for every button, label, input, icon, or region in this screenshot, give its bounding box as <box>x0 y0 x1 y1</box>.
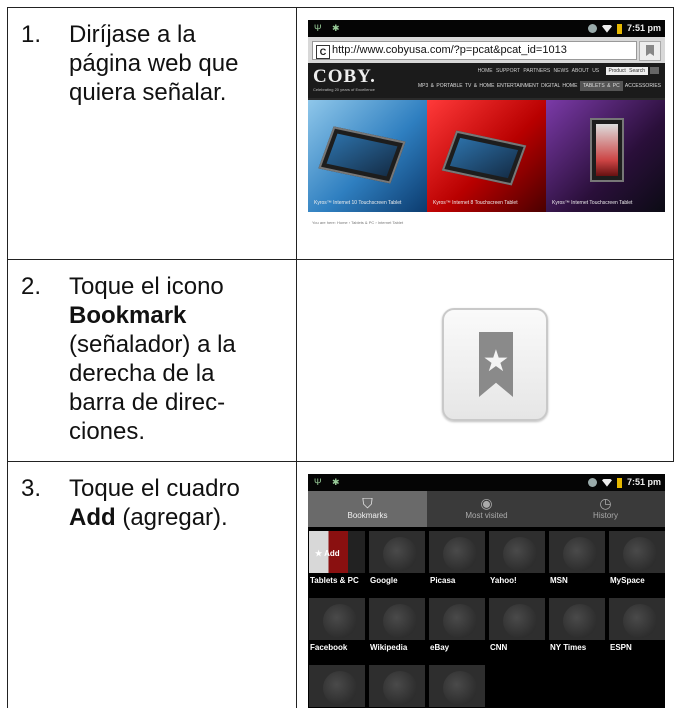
site-logo[interactable]: COBY. <box>313 66 376 88</box>
tab-history[interactable]: ◷ History <box>546 491 665 527</box>
eye-icon: ◉ <box>480 495 493 511</box>
globe-icon <box>369 531 425 573</box>
nav-link-support[interactable]: SUPPORT <box>496 68 520 74</box>
product-search-input[interactable]: Product Search <box>605 67 648 75</box>
step-row-2: 2. Toque el icono Bookmark (señalador) a… <box>7 260 674 462</box>
tab-most-visited[interactable]: ◉ Most visited <box>427 491 546 527</box>
add-label: Add <box>324 549 340 558</box>
site-tagline: Celebrating 20 years of Excellence <box>313 87 375 92</box>
bookmark-button-large[interactable]: ★ <box>442 308 548 421</box>
globe-icon <box>369 598 425 640</box>
star-icon: ★ <box>482 345 510 378</box>
bookmark-item[interactable]: Wikipedia <box>368 598 425 662</box>
step-text: Toque el cuadro Add (agregar). <box>69 475 240 531</box>
tablet-image <box>318 126 406 184</box>
battery-icon <box>616 23 622 34</box>
globe-icon <box>429 665 485 707</box>
bookmark-icon-cell: ★ <box>298 260 672 461</box>
globe-icon <box>309 598 365 640</box>
bookmark-button[interactable] <box>639 41 661 61</box>
step-number: 3. <box>21 475 42 502</box>
nav-link-partners[interactable]: PARTNERS <box>523 68 550 74</box>
step-row-3: 3. Toque el cuadro Add (agregar). Ψ ✱ 7:… <box>7 462 674 708</box>
web-page: COBY. Celebrating 20 years of Excellence… <box>308 63 665 253</box>
globe-icon <box>549 531 605 573</box>
globe-icon <box>429 531 485 573</box>
nav-link-news[interactable]: NEWS <box>554 68 569 74</box>
nav-accessories[interactable]: ACCESSORIES <box>625 83 661 89</box>
main-nav: MP3 & PORTABLE TV & HOME ENTERTAINMENT D… <box>418 81 661 91</box>
globe-icon <box>609 531 665 573</box>
bookmark-item[interactable]: Yahoo! <box>488 531 545 595</box>
nav-link-home[interactable]: HOME <box>478 68 493 74</box>
wifi-icon <box>601 478 612 487</box>
battery-icon <box>616 477 622 488</box>
status-time: 7:51 pm <box>626 23 661 33</box>
step-text: Toque el icono Bookmark (señalador) a la… <box>69 273 236 445</box>
nav-digital-home[interactable]: DIGITAL HOME <box>541 83 577 89</box>
nav-tv[interactable]: TV & HOME ENTERTAINMENT <box>465 83 539 89</box>
instruction-table: 1. Diríjase a la página web que quiera s… <box>7 7 674 708</box>
status-bar: Ψ ✱ 7:51 pm <box>308 474 665 491</box>
bookmark-item[interactable]: ESPN <box>608 598 665 662</box>
page-thumbnail: ★ Add <box>309 531 365 573</box>
globe-icon <box>309 665 365 707</box>
nav-link-about[interactable]: ABOUT US <box>572 68 599 74</box>
globe-icon <box>429 598 485 640</box>
bookmark-item[interactable]: NY Times <box>548 598 605 662</box>
bookmarks-screenshot: Ψ ✱ 7:51 pm ⛉ Bookmarks ◉ Most visited ◷ Hi… <box>308 474 665 708</box>
address-bar: Chttp://www.cobyusa.com/?p=pcat&pcat_id=… <box>308 37 665 63</box>
sync-icon <box>587 24 597 34</box>
banner-tablet-8[interactable]: Kyros™ Internet 8 Touchscreen Tablet <box>427 100 546 212</box>
bookmark-item[interactable]: Picasa <box>428 531 485 595</box>
top-nav: HOME SUPPORT PARTNERS NEWS ABOUT US Prod… <box>478 67 659 75</box>
site-header: COBY. Celebrating 20 years of Excellence… <box>308 63 665 98</box>
globe-icon <box>369 665 425 707</box>
tab-bookmarks[interactable]: ⛉ Bookmarks <box>308 491 427 527</box>
browser-screenshot-cell: Ψ ✱ 7:51 pm Chttp://www.cobyusa.com/?p=p… <box>298 8 672 259</box>
bookmark-item[interactable]: MSN <box>548 531 605 595</box>
globe-icon <box>549 598 605 640</box>
nav-tablets[interactable]: TABLETS & PC <box>579 81 623 91</box>
banner-tablet-10[interactable]: Kyros™ Internet 10 Touchscreen Tablet <box>308 100 427 212</box>
status-bar: Ψ ✱ 7:51 pm <box>308 20 665 37</box>
bookmark-item[interactable]: eBay <box>428 598 485 662</box>
bookmark-icon <box>646 45 654 56</box>
tablet-image <box>441 130 527 186</box>
bookmark-item-add[interactable]: ★ Add Tablets & PC <box>308 531 365 595</box>
bookmark-star-icon: ⛉ <box>362 495 373 511</box>
bookmark-item[interactable]: Facebook <box>308 598 365 662</box>
bookmark-item[interactable]: CNN <box>488 598 545 662</box>
wifi-icon <box>601 24 612 33</box>
globe-icon <box>489 598 545 640</box>
status-time: 7:51 pm <box>626 477 661 487</box>
step-number: 1. <box>21 21 42 48</box>
star-icon: ★ <box>315 549 323 558</box>
globe-icon <box>609 598 665 640</box>
bookmark-item[interactable]: MySpace <box>608 531 665 595</box>
step-row-1: 1. Diríjase a la página web que quiera s… <box>7 8 674 260</box>
bookmark-item[interactable] <box>308 665 365 708</box>
step-text: Diríjase a la página web que quiera seña… <box>69 21 239 106</box>
product-banners: Kyros™ Internet 10 Touchscreen Tablet Ky… <box>308 100 665 212</box>
url-field[interactable]: Chttp://www.cobyusa.com/?p=pcat&pcat_id=… <box>312 41 637 60</box>
nav-mp3[interactable]: MP3 & PORTABLE <box>418 83 463 89</box>
bookmark-item[interactable] <box>428 665 485 708</box>
tablet-image <box>590 118 624 182</box>
banner-tablet-7[interactable]: Kyros™ Internet Touchscreen Tablet <box>546 100 665 212</box>
usb-icon: Ψ ✱ <box>314 477 344 487</box>
bookmark-item[interactable]: Google <box>368 531 425 595</box>
globe-icon <box>489 531 545 573</box>
bookmark-tabs: ⛉ Bookmarks ◉ Most visited ◷ History <box>308 491 665 527</box>
favicon-icon: C <box>316 45 330 59</box>
step-number: 2. <box>21 273 42 300</box>
sync-icon <box>587 478 597 488</box>
bookmarks-screenshot-cell: Ψ ✱ 7:51 pm ⛉ Bookmarks ◉ Most visited ◷ Hi… <box>298 462 674 708</box>
usb-icon: Ψ ✱ <box>314 23 344 33</box>
search-button[interactable] <box>650 67 659 75</box>
clock-icon: ◷ <box>599 495 612 511</box>
browser-screenshot: Ψ ✱ 7:51 pm Chttp://www.cobyusa.com/?p=p… <box>308 20 665 253</box>
bookmark-item[interactable] <box>368 665 425 708</box>
breadcrumb: You are here: Home › Tablets & PC › Inte… <box>308 212 665 253</box>
